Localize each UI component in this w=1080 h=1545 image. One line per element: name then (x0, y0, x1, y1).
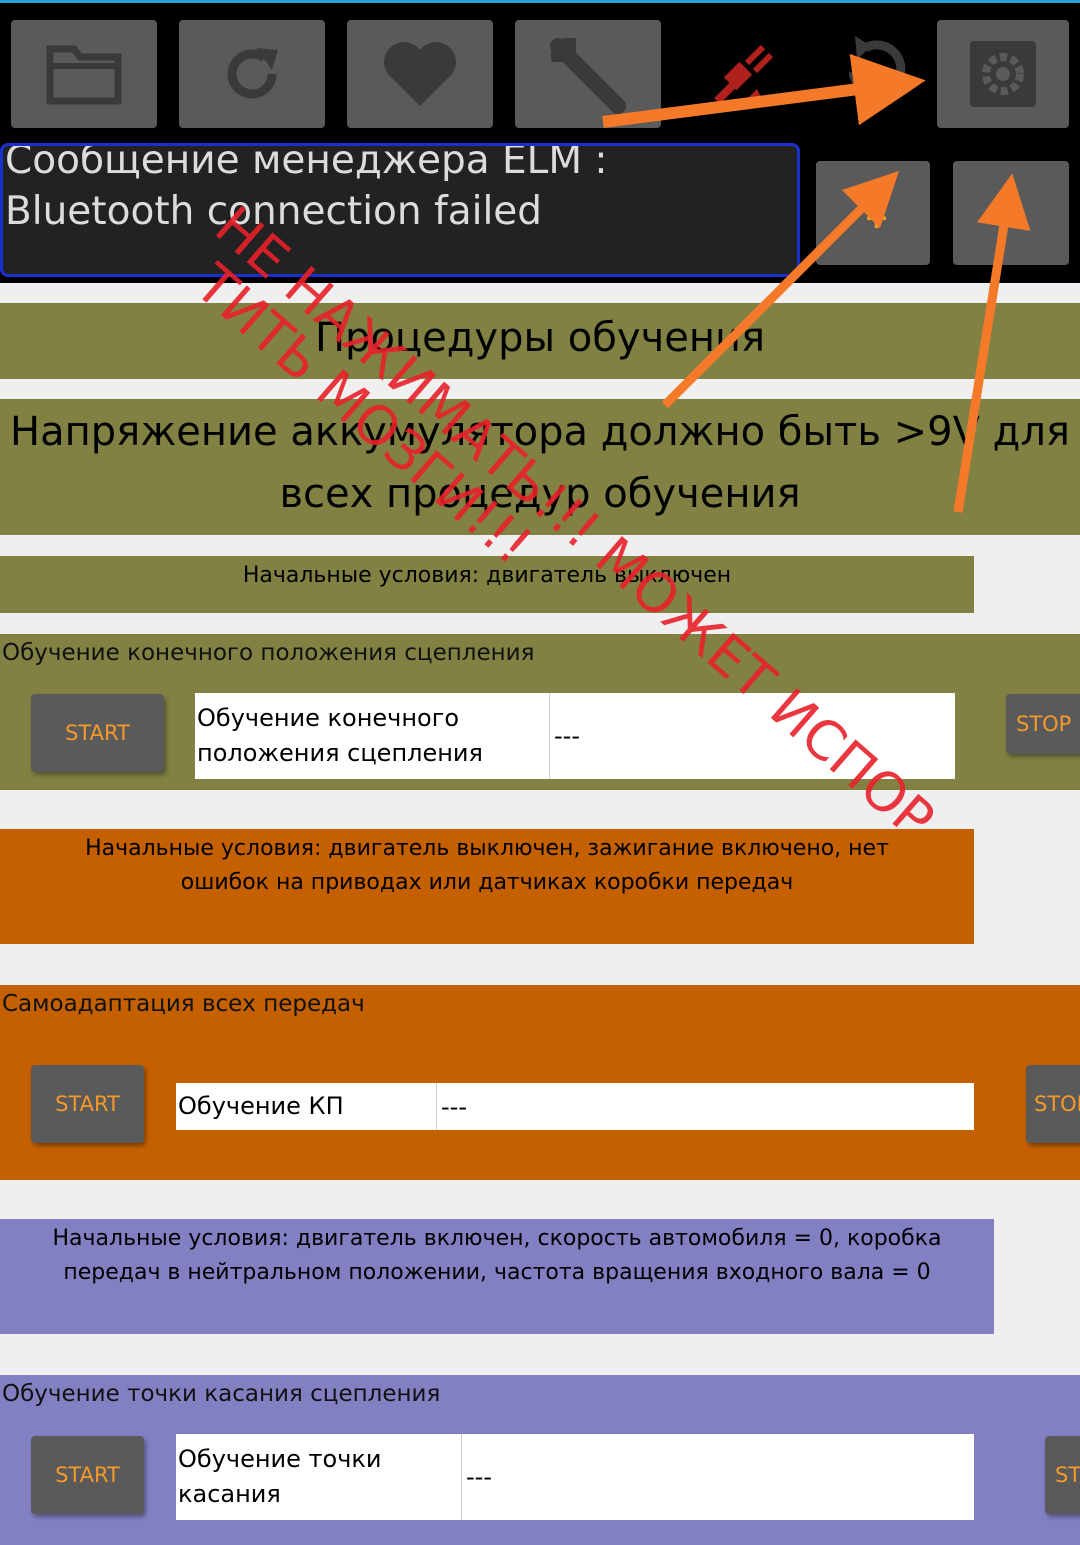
section-1-conditions: Начальные условия: двигатель выключен (0, 556, 974, 613)
elm-message-text: Сообщение менеджера ELM : Bluetooth conn… (5, 143, 608, 234)
gear-icon (970, 41, 1036, 107)
section-1-panel: Обучение конечного положения сцепления S… (0, 634, 1080, 790)
elm-message-box: Сообщение менеджера ELM : Bluetooth conn… (0, 143, 800, 277)
page-title: Процедуры обучения (314, 315, 766, 361)
history-button[interactable] (835, 28, 915, 108)
section-2-conditions: Начальные условия: двигатель выключен, з… (0, 829, 974, 944)
procedure-value: --- (466, 1463, 492, 1491)
procedure-name: Обучение КП (176, 1083, 437, 1130)
favorites-button[interactable] (347, 20, 493, 128)
tools-button[interactable] (515, 20, 661, 128)
section-2-stop-button[interactable]: STOP (1026, 1065, 1080, 1143)
section-1-title: Обучение конечного положения сцепления (2, 640, 535, 666)
conditions-text: Начальные условия: двигатель включен, ск… (52, 1226, 942, 1285)
section-3-table: Обучение точки касания --- (176, 1434, 974, 1520)
add-button[interactable]: + (816, 161, 930, 265)
section-2-panel: Самоадаптация всех передач START Обучени… (0, 985, 1080, 1180)
folder-button[interactable] (11, 20, 157, 128)
section-3-title: Обучение точки касания сцепления (2, 1381, 441, 1407)
plus-label: + (864, 201, 890, 236)
heart-icon (384, 42, 456, 106)
section-3-stop-button[interactable]: STOP (1045, 1436, 1080, 1514)
section-1-stop-button[interactable]: STOP (1006, 694, 1080, 754)
section-3-start-button[interactable]: START (31, 1436, 144, 1514)
settings-button[interactable] (937, 20, 1069, 128)
procedure-name: Обучение конечного положения сцепления (195, 693, 550, 779)
refresh-icon (227, 48, 278, 99)
section-3-panel: Обучение точки касания сцепления START О… (0, 1375, 1080, 1545)
refresh-button[interactable] (179, 20, 325, 128)
section-2-title: Самоадаптация всех передач (2, 991, 365, 1017)
history-icon (848, 36, 906, 98)
section-1-start-button[interactable]: START (31, 694, 164, 772)
procedure-value: --- (554, 722, 580, 750)
voltage-warning: Напряжение аккумулятора должно быть >9V … (10, 409, 1070, 517)
voltage-warning-bar: Напряжение аккумулятора должно быть >9V … (0, 399, 1080, 535)
folder-icon (46, 45, 122, 105)
section-2-table: Обучение КП --- (176, 1083, 974, 1130)
extra-button[interactable] (953, 161, 1069, 265)
procedure-name: Обучение точки касания (176, 1434, 462, 1520)
procedure-value: --- (441, 1092, 467, 1121)
section-2-start-button[interactable]: START (31, 1065, 144, 1143)
wrench-icon (550, 38, 626, 114)
disconnected-plug-icon (714, 44, 774, 104)
connection-status[interactable] (705, 43, 775, 113)
page-title-bar: Процедуры обучения (0, 303, 1080, 379)
section-1-table: Обучение конечного положения сцепления -… (195, 693, 955, 779)
conditions-text: Начальные условия: двигатель выключен, з… (85, 836, 889, 895)
conditions-text: Начальные условия: двигатель выключен (242, 563, 732, 588)
section-3-conditions: Начальные условия: двигатель включен, ск… (0, 1219, 994, 1334)
